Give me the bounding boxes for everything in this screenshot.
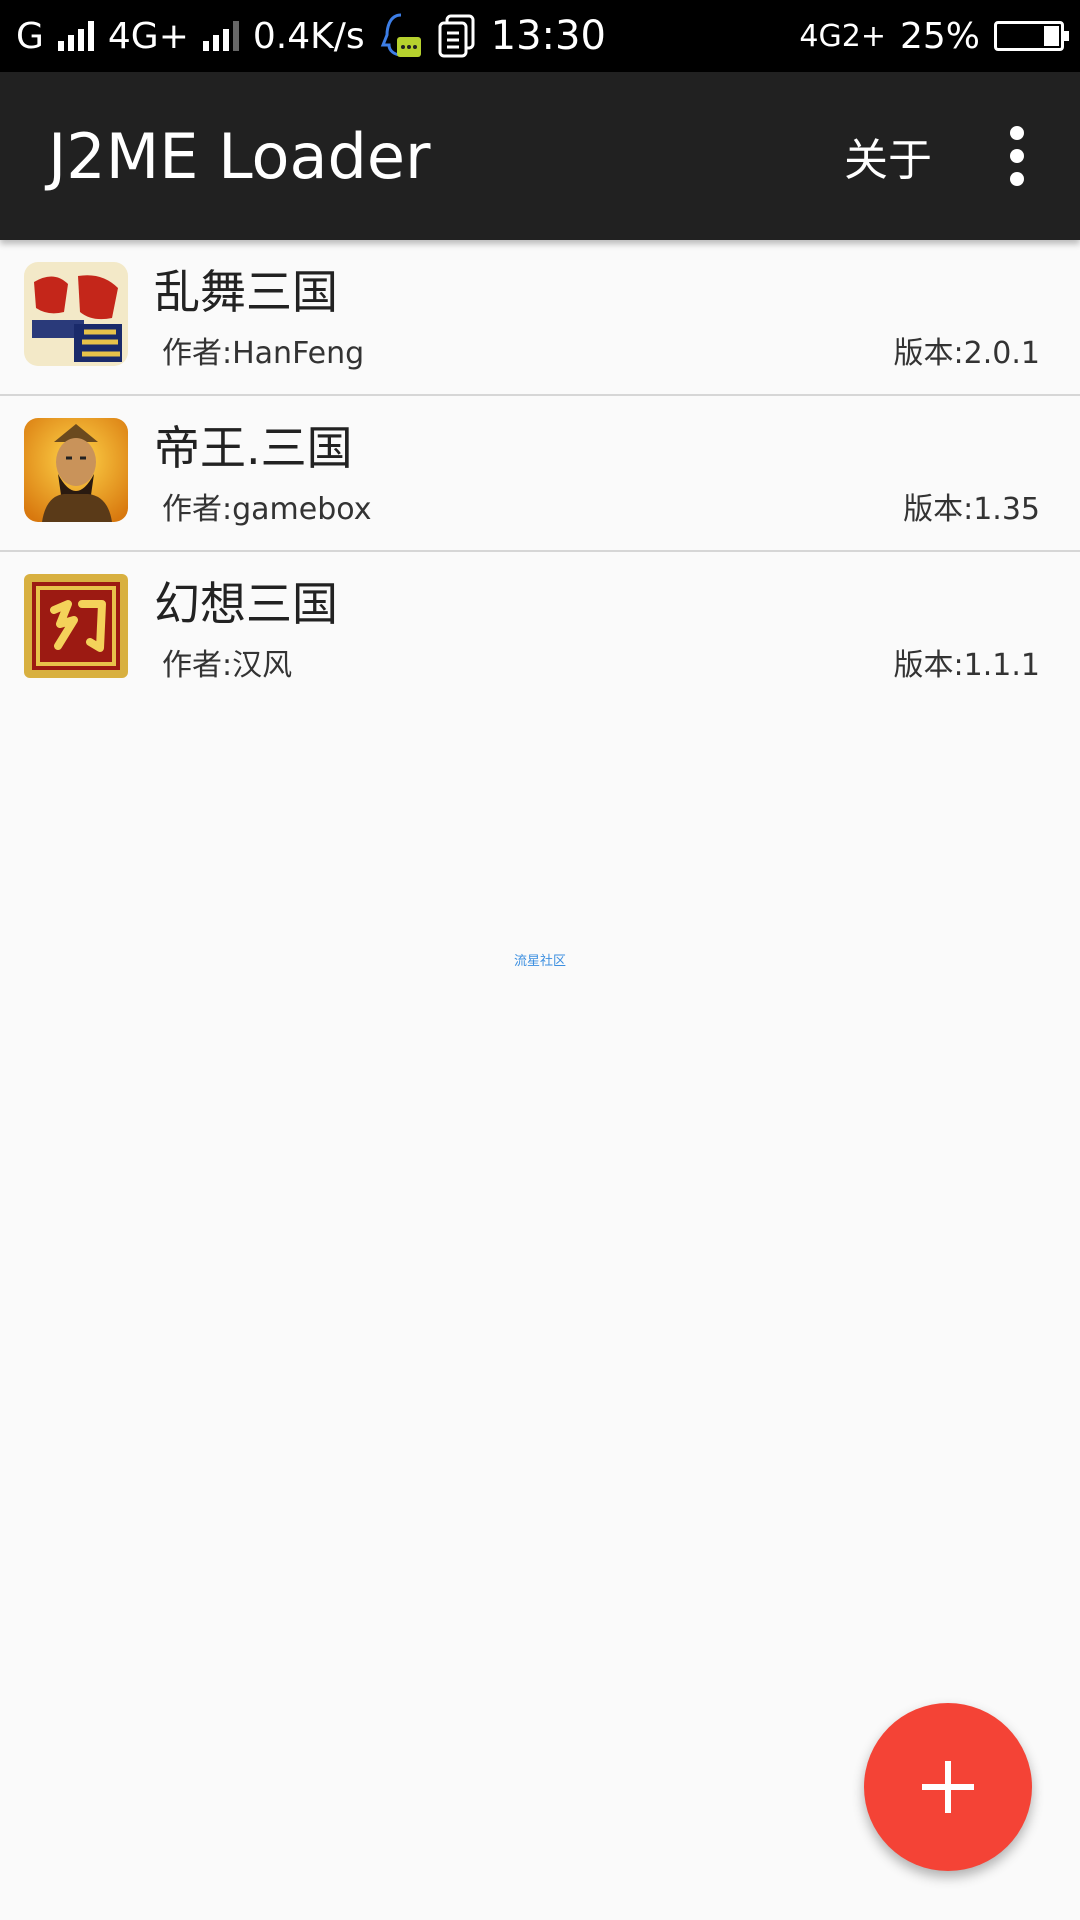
signal-icon	[57, 21, 94, 51]
app-version: 版本:2.0.1	[893, 336, 1040, 371]
battery-percent: 25%	[899, 15, 980, 57]
app-author: 作者:HanFeng	[162, 336, 365, 371]
network-label: 4G+	[107, 15, 189, 57]
qq-notification-icon	[380, 13, 421, 57]
app-bar: J2ME Loader 关于	[0, 72, 1080, 240]
app-version: 版本:1.1.1	[893, 648, 1040, 683]
list-item[interactable]: 幻想三国 作者:汉风 版本:1.1.1	[0, 552, 1080, 708]
add-button[interactable]	[864, 1703, 1032, 1871]
app-author: 作者:gamebox	[162, 492, 372, 527]
app-author: 作者:汉风	[162, 648, 293, 683]
list-item[interactable]: 帝王.三国 作者:gamebox 版本:1.35	[0, 396, 1080, 552]
battery-icon	[994, 21, 1069, 51]
carrier-label: G	[16, 15, 44, 57]
watermark-text: 流星社区	[513, 954, 566, 969]
about-button[interactable]: 关于	[844, 124, 932, 188]
app-name: 乱舞三国	[154, 265, 338, 319]
app-title: J2ME Loader	[48, 119, 431, 193]
add-icon	[922, 1761, 974, 1813]
signal-icon-2	[202, 21, 239, 51]
huanxiang-sanguo-icon	[24, 574, 128, 678]
list-item[interactable]: 乱舞三国 作者:HanFeng 版本:2.0.1	[0, 240, 1080, 396]
network-label-2: 4G2+	[799, 18, 886, 54]
battery-fill	[1044, 26, 1059, 46]
more-vert-icon[interactable]	[1002, 126, 1032, 186]
clock: 13:30	[490, 13, 606, 59]
app-version: 版本:1.35	[903, 492, 1040, 527]
luanwu-sanguo-icon	[24, 262, 128, 366]
app-name: 帝王.三国	[154, 421, 353, 475]
document-icon	[438, 14, 475, 58]
diwang-sanguo-icon	[24, 418, 128, 522]
status-bar: G 4G+ 0.4K/s 13:30 4G2+ 25%	[0, 0, 1080, 72]
app-name: 幻想三国	[154, 577, 338, 631]
network-speed: 0.4K/s	[252, 15, 365, 57]
app-list: 乱舞三国 作者:HanFeng 版本:2.0.1 帝王.三国 作者:gamebo…	[0, 240, 1080, 708]
